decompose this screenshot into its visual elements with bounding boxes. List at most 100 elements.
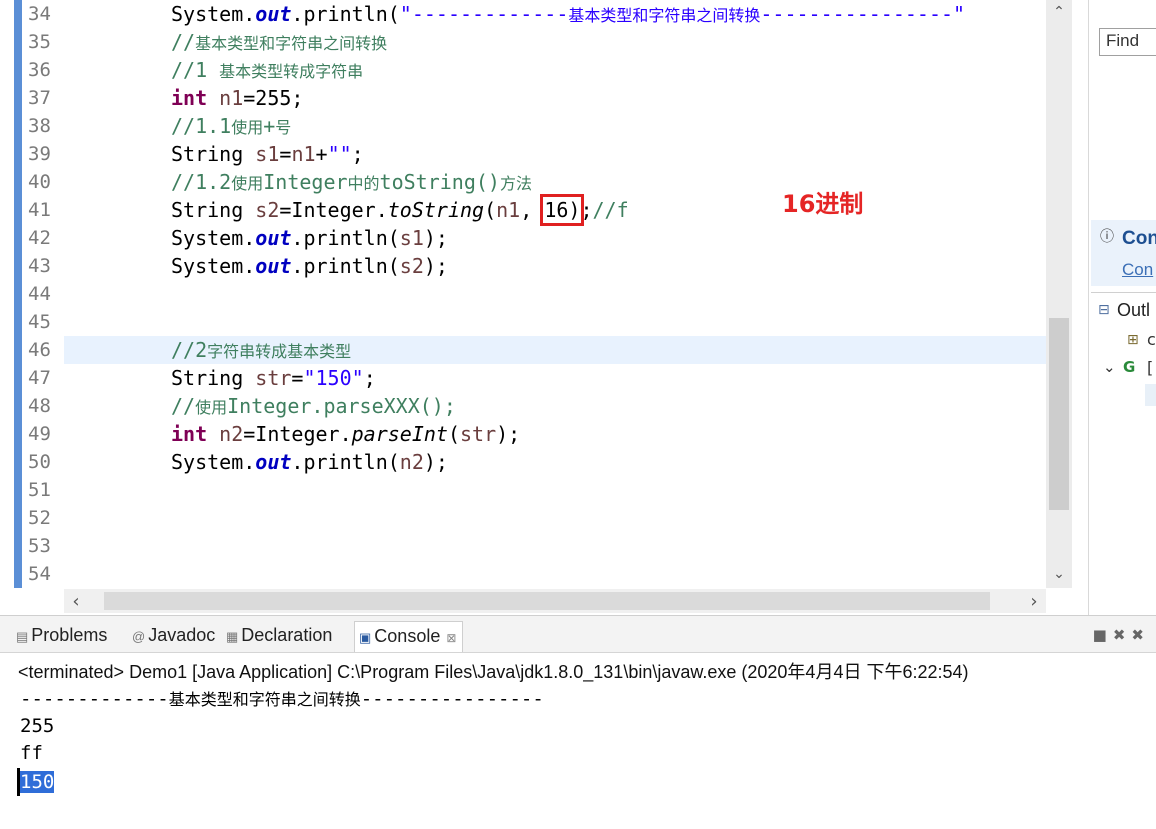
line-number: 36: [28, 59, 51, 81]
code-token: (: [447, 422, 461, 446]
tab-problems[interactable]: ▤ Problems: [16, 625, 107, 649]
code-token: s2: [399, 254, 424, 278]
vertical-scroll-thumb[interactable]: [1049, 318, 1069, 510]
code-line-37: int n1=255;: [64, 84, 1046, 112]
selected-text[interactable]: 150: [20, 771, 55, 793]
line-number: 54: [28, 563, 51, 585]
code-token: toString(): [379, 170, 500, 194]
code-token: out: [255, 226, 292, 250]
code-token: System.: [171, 2, 256, 26]
code-token: .println(: [291, 450, 400, 474]
code-token: //: [171, 30, 196, 54]
code-token: .println(: [291, 226, 400, 250]
code-token: parseInt: [351, 422, 448, 446]
line-number: 46: [28, 339, 51, 361]
scroll-up-icon[interactable]: ⌃: [1046, 4, 1072, 20]
code-line-46: //2字符串转成基本类型: [64, 336, 1046, 364]
connector-title: Con: [1122, 228, 1156, 249]
code-token: +: [315, 142, 328, 166]
code-token: 字符串转成基本类型: [207, 342, 352, 361]
editor-ruler: [14, 0, 22, 588]
code-area[interactable]: System.out.println("-------------基本类型和字符…: [64, 0, 1046, 588]
output-token: 基本类型和字符串之间转换: [168, 690, 361, 709]
outline-item[interactable]: [1145, 384, 1156, 406]
code-token: Integer: [263, 170, 348, 194]
code-token: n2: [399, 450, 424, 474]
connector-link[interactable]: Con: [1122, 260, 1153, 280]
code-token: 基本类型转成字符串: [219, 62, 364, 81]
code-token: 基本类型和字符串之间转换: [195, 34, 388, 53]
outline-tab[interactable]: Outl: [1117, 300, 1150, 321]
horizontal-scroll-thumb[interactable]: [104, 592, 990, 610]
tab-label: Declaration: [241, 625, 333, 645]
code-token: =: [291, 366, 304, 390]
scroll-left-icon[interactable]: ‹: [64, 591, 88, 612]
code-token: s1: [255, 142, 280, 166]
outline-item[interactable]: [: [1147, 358, 1153, 377]
code-token: n1: [219, 86, 244, 110]
line-number: 35: [28, 31, 51, 53]
code-line-39: String s1=n1+"";: [64, 140, 1046, 168]
code-token: System.: [171, 450, 256, 474]
tab-javadoc[interactable]: @ Javadoc: [132, 625, 215, 649]
line-number: 53: [28, 535, 51, 557]
line-number: 38: [28, 115, 51, 137]
find-input[interactable]: Find: [1099, 28, 1156, 56]
code-token: n1: [291, 142, 316, 166]
console-output-line: -------------基本类型和字符串之间转换---------------…: [20, 686, 544, 712]
code-line-49: int n2=Integer.parseInt(str);: [64, 420, 1046, 448]
line-number: 49: [28, 423, 51, 445]
line-number: 48: [28, 395, 51, 417]
code-token: =: [279, 142, 292, 166]
console-output-line: ff: [20, 742, 43, 764]
horizontal-scrollbar[interactable]: ‹ ›: [64, 589, 1046, 613]
code-token: ;: [363, 366, 376, 390]
code-editor[interactable]: 34 35 36 37 38 39 40 41 42 43 44 45 46 4…: [0, 0, 1088, 615]
code-token: s2: [255, 198, 280, 222]
terminate-icon[interactable]: ■: [1093, 626, 1113, 644]
code-token: String: [171, 366, 256, 390]
scroll-down-icon[interactable]: ⌄: [1046, 566, 1072, 582]
vertical-scrollbar[interactable]: ⌃ ⌄: [1046, 0, 1072, 588]
code-token: out: [255, 2, 292, 26]
remove-all-icon[interactable]: ✖: [1131, 626, 1150, 644]
find-placeholder: Find: [1106, 31, 1140, 50]
text-caret: [17, 768, 20, 796]
code-token: System.: [171, 254, 256, 278]
code-token: n1: [496, 198, 521, 222]
code-token: int: [171, 422, 208, 446]
code-token: out: [255, 254, 292, 278]
code-line-42: System.out.println(s1);: [64, 224, 1046, 252]
code-line-41: String s2=Integer.toString(n1, 16);//f: [64, 194, 1046, 226]
code-token: n2: [219, 422, 244, 446]
declaration-icon: ▦: [226, 629, 239, 644]
outline-item[interactable]: c: [1147, 330, 1156, 349]
tab-declaration[interactable]: ▦ Declaration: [226, 625, 332, 649]
tab-console[interactable]: ▣ Console ⊠: [354, 621, 464, 652]
code-token: int: [171, 86, 208, 110]
code-token: ----------------": [760, 2, 966, 26]
line-number: 50: [28, 451, 51, 473]
console-output-line[interactable]: 150: [20, 769, 55, 795]
tab-label: Console: [374, 626, 441, 646]
chevron-down-icon[interactable]: ⌄: [1103, 358, 1116, 376]
code-line-47: String str="150";: [64, 364, 1046, 392]
code-token: );: [423, 450, 448, 474]
code-token: "": [327, 142, 352, 166]
code-token: String: [171, 142, 256, 166]
code-token: (: [484, 198, 497, 222]
info-icon: ⓘ: [1100, 229, 1114, 245]
remove-launch-icon[interactable]: ✖: [1113, 626, 1132, 644]
class-icon: G: [1123, 358, 1136, 376]
console-icon: ▣: [359, 630, 372, 645]
code-token: );: [423, 254, 448, 278]
code-token: ;: [351, 142, 364, 166]
code-token: "-------------: [399, 2, 569, 26]
close-icon[interactable]: ⊠: [446, 631, 456, 645]
scroll-right-icon[interactable]: ›: [1022, 591, 1046, 612]
code-line-38: //1.1使用+号: [64, 112, 1046, 140]
code-token: ,: [520, 198, 545, 222]
console-output-line: 255: [20, 715, 55, 737]
